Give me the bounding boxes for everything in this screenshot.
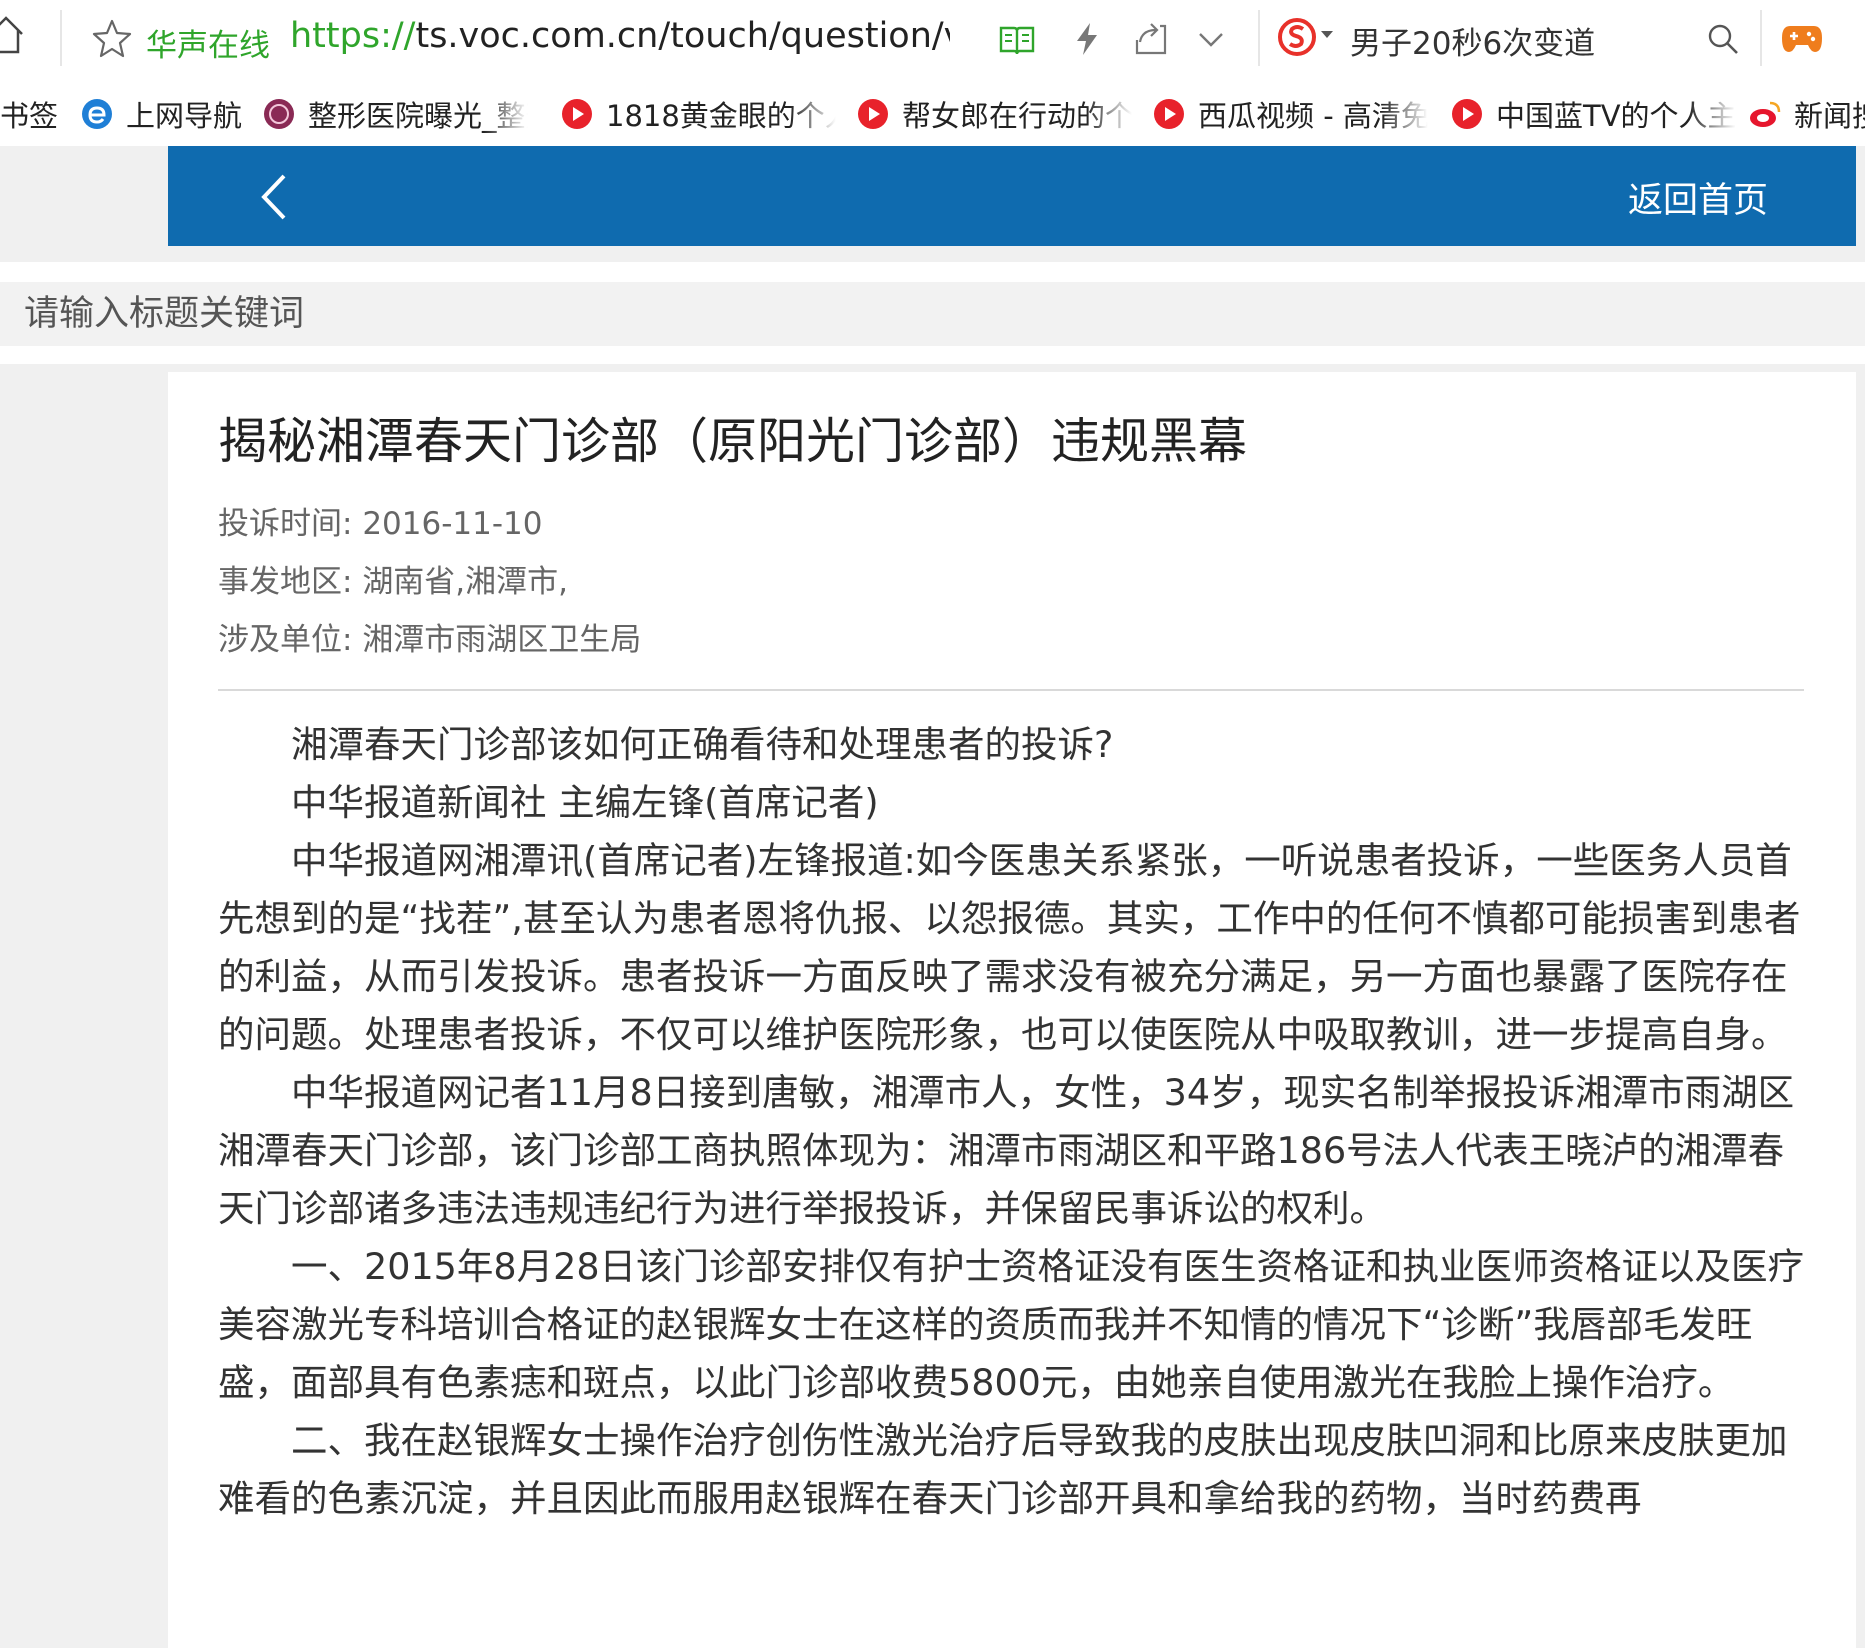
game-controller-icon[interactable] [1780, 18, 1824, 58]
bookmark-label: 书签 [0, 99, 59, 133]
toolbar-separator [1258, 10, 1260, 66]
article-card: 揭秘湘潭春天门诊部（原阳光门诊部）违规黑幕 投诉时间: 2016-11-10 事… [168, 372, 1856, 1648]
toolbar-separator [60, 10, 62, 66]
bookmark-item[interactable]: 整形医院曝光_整形 [262, 94, 528, 134]
bookmark-item[interactable]: 中国蓝TV的个人主 [1450, 94, 1736, 134]
article-paragraph: 湘潭春天门诊部该如何正确看待和处理患者的投诉? [291, 723, 1114, 766]
bookmark-label: 整形医院曝光_整形 [308, 99, 528, 133]
article-paragraph: 中华报道网记者11月8日接到唐敏，湘潭市人，女性，34岁，现实名制举报投诉湘潭市… [218, 1071, 1795, 1230]
keyword-search-input[interactable] [0, 282, 1865, 346]
browser-toolbar: 华声在线 https://ts.voc.com.cn/touch/questio… [0, 0, 1865, 78]
hospital-logo-icon [264, 99, 294, 129]
search-query-text[interactable]: 男子20秒6次变道 [1350, 18, 1595, 63]
share-icon[interactable] [1132, 20, 1170, 58]
bookmark-item[interactable]: 上网导航 [80, 94, 242, 134]
bookmark-label: 西瓜视频 - 高清免 [1198, 99, 1428, 133]
toolbar-separator [1760, 10, 1762, 66]
bookmark-label: 中国蓝TV的个人主 [1496, 99, 1736, 133]
complaint-time-label: 投诉时间: [218, 506, 353, 542]
incident-area-label: 事发地区: [218, 564, 353, 600]
article-paragraph: 二、我在赵银辉女士操作治疗创伤性激光治疗后导致我的皮肤出现皮肤凹洞和比原来皮肤更… [218, 1419, 1788, 1520]
bookmarks-bar: 书签 上网导航 整形医院曝光_整形 1818黄金眼的个人 帮女郎在行动的个. [0, 84, 1865, 144]
video-play-icon [1452, 99, 1482, 129]
bookmark-item[interactable]: 书签 [0, 94, 58, 134]
search-icon[interactable] [1704, 20, 1742, 58]
article-paragraph: 中华报道新闻社 主编左锋(首席记者) [291, 781, 879, 824]
article-paragraph: 一、2015年8月28日该门诊部安排仅有护士资格证没有医生资格证和执业医师资格证… [218, 1245, 1805, 1404]
home-icon[interactable] [0, 14, 26, 56]
bookmark-label: 上网导航 [126, 99, 243, 133]
ie-icon [82, 99, 112, 129]
involved-unit-label: 涉及单位: [218, 622, 353, 658]
video-play-icon [562, 99, 592, 129]
lightning-icon[interactable] [1068, 20, 1106, 58]
divider [218, 689, 1804, 691]
url-protocol: https:// [290, 16, 416, 56]
bookmark-label: 新闻搜 [1794, 99, 1865, 133]
bookmark-item[interactable]: 1818黄金眼的个人 [560, 94, 836, 134]
video-play-icon [858, 99, 888, 129]
bookmark-item[interactable]: 帮女郎在行动的个. [856, 94, 1132, 134]
complaint-time: 投诉时间: 2016-11-10 [218, 498, 542, 543]
article-body: 湘潭春天门诊部该如何正确看待和处理患者的投诉? 中华报道新闻社 主编左锋(首席记… [218, 716, 1810, 1528]
caret-down-icon[interactable] [1320, 30, 1334, 40]
back-arrow-icon[interactable] [256, 172, 290, 222]
spacer [0, 262, 1865, 282]
article-paragraph: 中华报道网湘潭讯(首席记者)左锋报道:如今医患关系紧张，一听说患者投诉，一些医务… [218, 839, 1801, 1056]
weibo-icon [1750, 101, 1781, 127]
bookmark-item[interactable]: 西瓜视频 - 高清免 [1152, 94, 1428, 134]
sogou-logo-icon[interactable] [1276, 14, 1318, 60]
bookmark-label: 1818黄金眼的个人 [606, 99, 836, 133]
star-icon[interactable] [92, 18, 132, 58]
search-bar [0, 282, 1865, 346]
page-header-bar: 返回首页 [168, 146, 1856, 246]
involved-unit-value: 湘潭市雨湖区卫生局 [362, 622, 642, 658]
reader-mode-icon[interactable] [998, 20, 1036, 58]
bookmark-label: 帮女郎在行动的个. [902, 99, 1132, 133]
url-path: ts.voc.com.cn/touch/question/view/4 [415, 16, 950, 56]
complaint-time-value: 2016-11-10 [362, 506, 543, 542]
incident-area-value: 湖南省,湘潭市, [362, 564, 569, 600]
spacer [0, 346, 1865, 364]
video-play-icon [1154, 99, 1184, 129]
site-name: 华声在线 [146, 28, 270, 64]
incident-area: 事发地区: 湖南省,湘潭市, [218, 556, 568, 601]
article-title: 揭秘湘潭春天门诊部（原阳光门诊部）违规黑幕 [218, 413, 1248, 470]
involved-unit: 涉及单位: 湘潭市雨湖区卫生局 [218, 614, 641, 659]
address-bar[interactable]: https://ts.voc.com.cn/touch/question/vie… [290, 16, 950, 56]
bookmark-item[interactable]: 新闻搜 [1748, 94, 1865, 134]
chevron-down-icon[interactable] [1192, 20, 1230, 58]
back-to-home-link[interactable]: 返回首页 [1628, 172, 1768, 223]
